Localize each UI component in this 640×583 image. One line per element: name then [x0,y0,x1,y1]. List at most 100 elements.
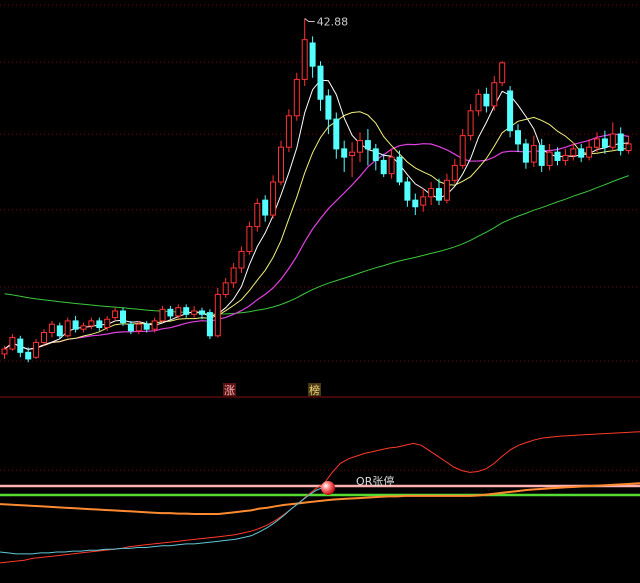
orange-indicator-line [0,482,640,515]
candle [546,143,553,171]
candle-body-down [380,159,387,175]
candle [301,18,308,87]
candle [443,173,450,204]
candle [72,315,79,333]
candle [522,138,529,169]
marker-bang: 榜 [308,383,321,397]
candle-body-down [617,133,624,152]
candle [357,132,363,163]
candle-body-down [404,181,411,201]
indicator-lines [0,431,640,564]
candle-body-down [183,307,190,315]
candle [238,246,245,273]
candle [48,320,55,338]
candle-body-up [80,325,87,330]
candle-body-up [238,250,245,269]
candle-body-down [199,310,205,315]
candle-body-down [72,320,79,330]
candle-body-down [127,323,134,332]
candle [420,188,427,212]
candle-body-up [270,181,277,216]
ma20-line [4,133,629,351]
candle [17,335,24,358]
candle [530,135,537,168]
candle [499,61,506,87]
price-panel: 42.88 涨榜 [0,4,640,397]
candle [270,175,277,219]
candle [33,339,40,359]
indicator-label: OR张停 [356,474,394,488]
candle-body-up [570,148,577,156]
candle [254,198,261,232]
candle [191,306,198,318]
candle-body-up [443,179,450,201]
candle-body-up [112,310,119,319]
candle-body-down [507,90,514,132]
candle-body-up [388,156,395,175]
candle-body-up [41,331,47,343]
candle [467,104,474,141]
candle [515,124,521,153]
candle [41,329,47,346]
candle-body-down [120,310,126,324]
candle-body-up [104,318,111,329]
candle [183,304,190,318]
candle-body-up [222,282,229,295]
candle [135,320,142,335]
candle [372,143,379,171]
stock-chart: 42.88 涨榜 OR张停 [0,4,640,564]
candle-body-down [262,199,269,216]
candle-body-down [483,93,490,107]
candle-body-down [143,323,150,330]
candle [380,153,387,177]
candle [341,140,348,173]
marker-zhang: 涨 [223,383,236,397]
candle [120,307,126,326]
candle [285,109,292,153]
candle [404,176,411,207]
candle-body-down [554,151,561,161]
candle [214,287,221,338]
peak-price-label: 42.88 [317,16,349,29]
candle-body-up [278,146,284,183]
ma5-line [4,79,629,350]
candle-body-down [412,199,419,208]
candle [317,61,324,111]
candle-body-up [214,293,221,337]
candle-body-down [333,118,340,150]
marker-text: 涨 [224,384,235,397]
moving-average-lines [4,79,629,351]
candle-body-down [364,140,371,150]
candle [88,317,95,330]
candle [475,89,482,116]
candle [309,36,316,78]
candle-body-down [601,138,608,148]
candle-body-up [562,154,569,161]
candle [206,309,213,340]
candle-body-up [459,135,466,166]
indicator-grid [0,469,640,497]
candle [451,158,458,184]
candle-body-up [625,143,632,152]
candle [64,317,71,338]
candle-body-down [206,312,213,337]
candle-body-up [159,308,166,322]
candle-body-up [88,320,95,327]
candle-body-down [341,148,348,158]
candle [262,195,269,222]
candle [459,129,466,169]
peak-pointer [304,18,315,23]
candle [601,130,608,154]
candle-body-up [9,336,16,350]
candle-body-down [396,156,403,183]
candle-body-down [56,325,63,337]
candle [278,140,284,186]
candle-body-up [285,115,292,148]
event-markers: 涨榜 [223,383,321,397]
candle [9,334,16,351]
candle [96,317,103,331]
candle-body-up [491,82,498,107]
red-indicator-line [0,431,640,564]
candle [333,112,340,159]
candle-body-up [475,93,482,112]
